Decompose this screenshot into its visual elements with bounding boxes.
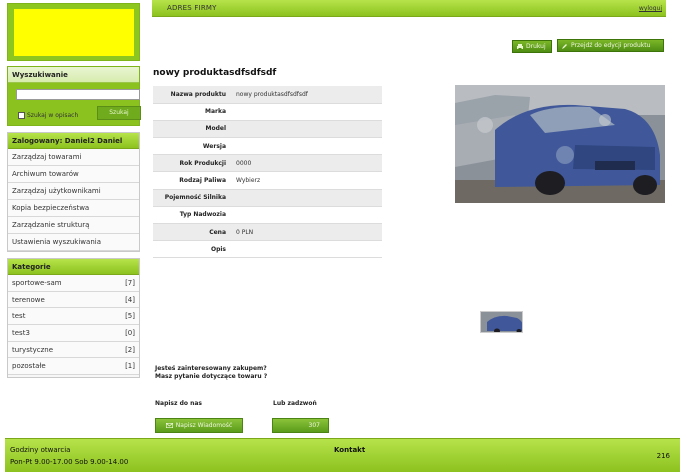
send-message-button[interactable]: Napisz Wiadomość [155,418,243,433]
spec-label: Nazwa produktu [153,86,232,104]
top-bar: ADRES FIRMY wyloguj [152,0,666,17]
pencil-icon [562,43,567,49]
spec-row: Marka [153,103,382,121]
menu-item-backup[interactable]: Kopia bezpieczeństwa [8,200,139,217]
category-count: [4] [125,295,135,304]
logout-link[interactable]: wyloguj [639,5,662,12]
spec-value: Wybierz [232,171,382,190]
logo[interactable] [7,3,140,61]
spec-label: Cena [153,223,232,242]
category-item[interactable]: pozostałe [1] [8,358,139,376]
logo-image [14,9,134,56]
category-count: [0] [125,329,135,338]
spec-label: Model [153,120,232,139]
spec-value [232,189,382,207]
spec-row: Wersja [153,137,382,156]
menu-item-archive[interactable]: Archiwum towarów [8,166,139,183]
category-name: test [12,312,26,321]
categories-title: Kategorie [8,259,139,275]
menu-item-manage-products[interactable]: Zarządzaj towarami [8,149,139,166]
purchase-question: Jesteś zainteresowany zakupem? Masz pyta… [155,365,267,381]
category-item[interactable]: sportowe-sam [7] [8,275,139,292]
search-in-descriptions-checkbox[interactable] [18,112,25,119]
category-item[interactable]: test3 [0] [8,325,139,342]
user-panel: Zalogowany: Daniel2 Daniel Zarządzaj tow… [7,132,140,252]
print-label: Drukuj [526,43,546,50]
spec-row: Pojemność Silnika [153,189,382,207]
spec-value [232,103,382,121]
spec-row: Typ Nadwozia [153,206,382,225]
menu-item-search-settings[interactable]: Ustawienia wyszukiwania [8,234,139,251]
send-message-label: Napisz Wiadomość [175,422,233,429]
spec-label: Marka [153,103,232,121]
product-photo[interactable] [455,85,665,203]
product-thumbnail[interactable] [480,311,523,333]
car-thumbnail-image [481,312,522,332]
category-item[interactable]: test [5] [8,308,139,326]
spec-row: Nazwa produktu nowy produktasdfsdfsdf [153,86,382,104]
category-item[interactable]: terenowe [4] [8,291,139,309]
spec-label: Pojemność Silnika [153,189,232,207]
edit-product-button[interactable]: Przejdź do edycji produktu [557,39,664,52]
spec-value: nowy produktasdfsdfsdf [232,86,382,104]
search-button[interactable]: Szukaj [97,106,141,120]
write-to-us-label: Napisz do nas [155,400,202,407]
spec-row: Rok Produkcji 0000 [153,154,382,173]
question-product: Masz pytanie dotyczące towaru ? [155,373,268,380]
spec-value [232,240,382,259]
category-count: [1] [125,362,135,371]
spec-value: 0000 [232,154,382,173]
spec-value [232,137,382,156]
product-spec-table: Nazwa produktu nowy produktasdfsdfsdf Mar… [153,86,382,259]
search-panel: Wyszukiwanie Szukaj w opisach Szukaj [7,66,141,126]
spec-row: Opis [153,240,382,259]
search-in-descriptions[interactable]: Szukaj w opisach [18,112,78,119]
spec-label: Rok Produkcji [153,154,232,173]
firm-name: ADRES FIRMY [167,4,217,12]
spec-value [232,206,382,225]
user-panel-title: Zalogowany: Daniel2 Daniel [8,133,139,149]
category-item[interactable]: turystyczne [2] [8,341,139,359]
opening-hours: Pon-Pt 9.00-17.00 Sob 9.00-14.00 [10,458,129,466]
search-in-descriptions-label: Szukaj w opisach [27,112,79,119]
product-title: nowy produktasdfsdfsdf [153,68,277,78]
footer-number: 216 [656,452,670,460]
spec-label: Wersja [153,137,232,156]
spec-value [232,120,382,139]
search-input[interactable] [16,89,140,100]
spec-label: Opis [153,240,232,259]
phone-button[interactable]: 307 [272,418,329,433]
menu-item-structure[interactable]: Zarządzanie strukturą [8,217,139,234]
category-count: [5] [125,312,135,321]
categories-panel: Kategorie sportowe-sam [7] terenowe [4] te… [7,258,140,378]
spec-value: 0 PLN [232,223,382,242]
spec-row: Cena 0 PLN [153,223,382,242]
spec-row: Model [153,120,382,139]
footer: Godziny otwarcia Pon-Pt 9.00-17.00 Sob 9… [5,438,680,472]
category-count: [2] [125,345,135,354]
call-us-label: Lub zadzwoń [273,400,317,407]
printer-icon [517,43,523,50]
envelope-icon [165,423,173,428]
search-panel-title: Wyszukiwanie [8,67,139,83]
spec-label: Typ Nadwozia [153,206,232,225]
print-button[interactable]: Drukuj [512,40,552,53]
category-count: [7] [125,279,135,287]
question-interested: Jesteś zainteresowany zakupem? [155,365,267,372]
spec-row: Rodzaj Paliwa Wybierz [153,171,382,190]
category-name: pozostałe [12,362,46,371]
category-name: sportowe-sam [12,279,62,287]
edit-product-label: Przejdź do edycji produktu [571,42,651,49]
category-name: test3 [12,329,30,338]
category-name: turystyczne [12,345,54,354]
category-name: terenowe [12,295,45,304]
contact-link[interactable]: Kontakt [334,446,365,454]
opening-hours-title: Godziny otwarcia [10,446,71,454]
menu-item-manage-users[interactable]: Zarządzaj użytkownikami [8,183,139,200]
car-photo-image [455,85,665,203]
spec-label: Rodzaj Paliwa [153,171,232,190]
